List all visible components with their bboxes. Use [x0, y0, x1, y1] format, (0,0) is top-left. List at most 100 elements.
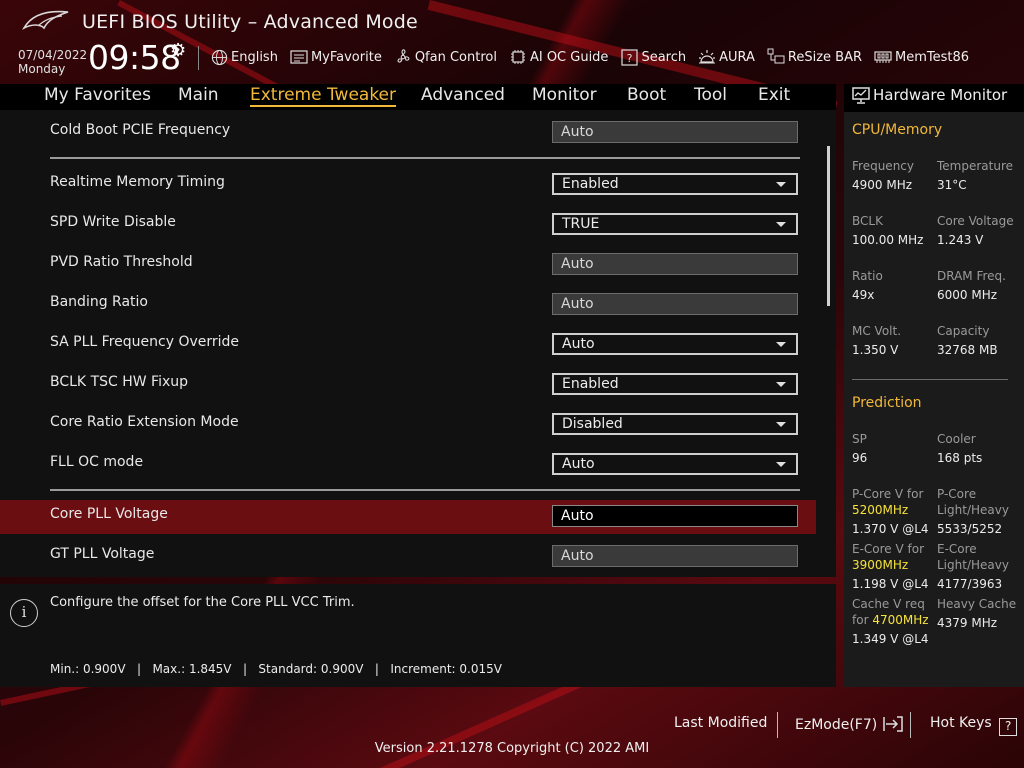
chevron-down-icon — [776, 222, 786, 227]
hw-label-pcore-lh-line1: P-Core — [937, 487, 977, 501]
hw-label-ecore-lh-line1: E-Core — [937, 542, 977, 556]
last-modified-button[interactable]: Last Modified — [674, 715, 767, 731]
header: UEFI BIOS Utility – Advanced Mode 07/04/… — [0, 0, 1024, 84]
globe-icon — [210, 48, 228, 66]
setting-dropdown[interactable]: Enabled — [552, 373, 798, 395]
toolbar-aura-label: AURA — [719, 49, 755, 65]
day-text: Monday — [18, 62, 66, 76]
hw-value-cache-v: 1.349 V @L4 — [852, 632, 929, 646]
monitor-icon — [852, 87, 870, 104]
hw-label-temperature: Temperature — [937, 159, 1014, 173]
hw-label-pcore-v-text: P-Core V for — [852, 487, 924, 501]
setting-row-fll-oc-mode[interactable]: FLL OC mode Auto — [0, 446, 816, 484]
setting-value-field[interactable]: Auto — [552, 545, 798, 567]
hw-label-ecore-lh-line2: Light/Heavy — [937, 558, 1009, 572]
toolbar-language[interactable]: English — [210, 48, 278, 66]
chip-icon — [509, 48, 527, 66]
setting-row-cold-boot-pcie[interactable]: Cold Boot PCIE Frequency Auto — [0, 114, 816, 152]
setting-label: Cold Boot PCIE Frequency — [50, 122, 231, 138]
setting-row-realtime-memory-timing[interactable]: Realtime Memory Timing Enabled — [0, 166, 816, 204]
hw-value-dram-freq: 6000 MHz — [937, 288, 998, 302]
chevron-down-icon — [776, 422, 786, 427]
hardware-monitor-title: Hardware Monitor — [873, 86, 1008, 104]
setting-dropdown[interactable]: Auto — [552, 453, 798, 475]
hw-value-heavy-cache: 4379 MHz — [937, 616, 998, 630]
svg-text:?: ? — [627, 52, 633, 65]
toolbar-aioc-guide[interactable]: AI OC Guide — [509, 48, 608, 66]
tab-tool[interactable]: Tool — [694, 85, 727, 105]
dropdown-value: Auto — [562, 336, 595, 352]
search-icon: ? — [620, 48, 638, 66]
toolbar-memtest[interactable]: MemTest86 — [874, 48, 969, 66]
tab-extreme-tweaker[interactable]: Extreme Tweaker — [250, 85, 397, 107]
setting-dropdown[interactable]: Enabled — [552, 173, 798, 195]
toolbar: English MyFavorite Qfan Control AI OC Gu… — [210, 46, 981, 68]
toolbar-qfan[interactable]: Qfan Control — [394, 48, 497, 66]
date-display: 07/04/2022 Monday — [18, 48, 87, 76]
prediction-section-title: Prediction — [852, 395, 922, 411]
toolbar-aura[interactable]: AURA — [698, 48, 755, 66]
setting-label: BCLK TSC HW Fixup — [50, 374, 189, 390]
hw-label-cache-v-for: for — [852, 613, 869, 627]
tab-exit[interactable]: Exit — [758, 85, 790, 105]
toolbar-resize-bar-label: ReSize BAR — [787, 49, 863, 65]
ezmode-button[interactable]: EzMode(F7) — [795, 715, 904, 733]
hw-label-ratio: Ratio — [852, 269, 883, 283]
setting-row-banding-ratio[interactable]: Banding Ratio Auto — [0, 286, 816, 324]
toolbar-myfavorite[interactable]: MyFavorite — [290, 48, 382, 66]
dropdown-value: Enabled — [562, 376, 619, 392]
scrollbar[interactable] — [827, 146, 830, 306]
setting-row-core-ratio-extension-mode[interactable]: Core Ratio Extension Mode Disabled — [0, 406, 816, 444]
setting-row-pvd-ratio-threshold[interactable]: PVD Ratio Threshold Auto — [0, 246, 816, 284]
hw-label-ecore-v-text: E-Core V for — [852, 542, 925, 556]
aura-icon — [698, 48, 716, 66]
setting-label: Banding Ratio — [50, 294, 148, 310]
toolbar-aioc-guide-label: AI OC Guide — [529, 49, 609, 65]
toolbar-language-label: English — [231, 49, 278, 65]
setting-row-core-pll-voltage[interactable]: Core PLL Voltage Auto — [0, 500, 816, 534]
setting-row-sa-pll-frequency-override[interactable]: SA PLL Frequency Override Auto — [0, 326, 816, 364]
hw-label-cache-v-freq: 4700MHz — [872, 613, 929, 627]
hw-label-ecore-v-freq: 3900MHz — [852, 558, 909, 572]
setting-dropdown[interactable]: Disabled — [552, 413, 798, 435]
toolbar-resize-bar[interactable]: ReSize BAR — [767, 48, 862, 66]
hot-keys-label: Hot Keys — [930, 715, 992, 731]
main-nav: My Favorites Main Extreme Tweaker Advanc… — [0, 84, 836, 110]
footer-divider — [777, 712, 778, 738]
hw-label-cache-v-line1: Cache V req — [852, 597, 925, 611]
hot-keys-button[interactable]: Hot Keys ? — [930, 715, 1018, 736]
help-key-icon: ? — [999, 718, 1018, 736]
tab-boot[interactable]: Boot — [627, 85, 666, 105]
setting-value-input[interactable]: Auto — [552, 505, 798, 527]
hw-label-ecore-lh: E-Core Light/Heavy — [937, 541, 1009, 573]
setting-value-field[interactable]: Auto — [552, 121, 798, 143]
hw-label-sp: SP — [852, 432, 867, 446]
memory-icon — [874, 48, 892, 66]
setting-row-bclk-tsc-hw-fixup[interactable]: BCLK TSC HW Fixup Enabled — [0, 366, 816, 404]
setting-value-field[interactable]: Auto — [552, 293, 798, 315]
hw-label-heavy-cache: Heavy Cache — [937, 597, 1017, 611]
hw-value-mc-volt: 1.350 V — [852, 343, 899, 357]
toolbar-search[interactable]: ? Search — [620, 48, 686, 66]
tab-advanced[interactable]: Advanced — [421, 85, 505, 105]
setting-dropdown[interactable]: TRUE — [552, 213, 798, 235]
hw-label-core-voltage: Core Voltage — [937, 214, 1014, 228]
tab-my-favorites[interactable]: My Favorites — [44, 85, 151, 105]
setting-row-gt-pll-voltage[interactable]: GT PLL Voltage Auto — [0, 538, 816, 576]
settings-panel: Cold Boot PCIE Frequency Auto Realtime M… — [0, 110, 836, 577]
gear-icon[interactable]: ⚙ — [170, 40, 186, 61]
setting-dropdown[interactable]: Auto — [552, 333, 798, 355]
setting-label: SPD Write Disable — [50, 214, 176, 230]
setting-label: Core Ratio Extension Mode — [50, 414, 239, 430]
toolbar-search-label: Search — [641, 49, 687, 65]
hw-value-ratio: 49x — [852, 288, 875, 302]
toolbar-memtest-label: MemTest86 — [895, 49, 970, 65]
hw-value-capacity: 32768 MB — [937, 343, 998, 357]
toolbar-qfan-label: Qfan Control — [414, 49, 497, 65]
hw-value-core-voltage: 1.243 V — [937, 233, 984, 247]
setting-row-spd-write-disable[interactable]: SPD Write Disable TRUE — [0, 206, 816, 244]
hw-label-pcore-v: P-Core V for 5200MHz — [852, 486, 923, 518]
setting-value-field[interactable]: Auto — [552, 253, 798, 275]
tab-main[interactable]: Main — [178, 85, 219, 105]
tab-monitor[interactable]: Monitor — [532, 85, 597, 105]
